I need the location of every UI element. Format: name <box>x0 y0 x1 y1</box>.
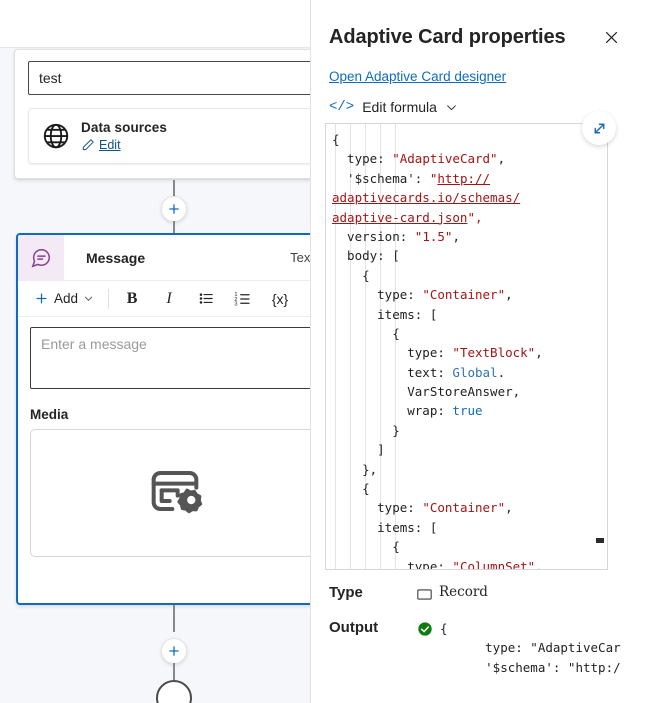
code-line: adaptive-card.json", <box>332 209 483 225</box>
open-adaptive-card-designer-link[interactable]: Open Adaptive Card designer <box>329 69 506 84</box>
node-name-value: test <box>39 70 62 86</box>
panel-header: Adaptive Card properties <box>311 0 646 52</box>
code-line: type: "AdaptiveCard", <box>332 151 506 167</box>
type-row: Type Record <box>329 584 646 605</box>
italic-button[interactable]: I <box>154 285 184 313</box>
message-input[interactable]: Enter a message <box>30 327 310 389</box>
trigger-card[interactable]: test Data sources Edit <box>14 49 310 179</box>
data-sources-edit-link[interactable]: Edit <box>99 138 121 152</box>
code-line: ] <box>332 442 385 458</box>
add-node-button-lower[interactable] <box>161 638 187 664</box>
insert-variable-button[interactable]: {x} <box>265 285 295 313</box>
code-line: items: [ <box>332 306 438 322</box>
message-kind-label: Text <box>290 250 310 265</box>
data-sources-box[interactable]: Data sources Edit <box>28 108 310 164</box>
output-label: Output <box>329 619 379 636</box>
adaptive-card-properties-panel: Adaptive Card properties Open Adaptive C… <box>310 0 646 703</box>
editor-scrollbar[interactable] <box>594 125 606 568</box>
next-node-circle[interactable] <box>156 680 192 703</box>
code-line: version: "1.5", <box>332 228 460 244</box>
page-title: Adaptive Card properties <box>329 25 566 48</box>
code-line: }, <box>332 461 378 477</box>
code-line: items: [ <box>332 519 438 535</box>
code-line: '$schema': "http:// <box>332 170 491 186</box>
type-value: Record <box>439 584 488 600</box>
add-content-label: Add <box>54 291 79 306</box>
plus-icon <box>169 204 179 214</box>
message-kind-dropdown[interactable]: Text <box>290 250 310 265</box>
plus-icon <box>169 646 179 656</box>
plus-icon <box>36 293 47 304</box>
check-circle-icon <box>417 621 433 642</box>
adaptive-card-code-editor[interactable]: { type: "AdaptiveCard", '$schema': "http… <box>325 123 608 570</box>
data-sources-title: Data sources <box>81 120 167 135</box>
code-line: type: "ColumnSet", <box>332 558 543 570</box>
code-line: } <box>332 422 400 438</box>
canvas-top-strip <box>0 0 310 48</box>
code-line: { <box>332 539 400 555</box>
type-label: Type <box>329 584 363 601</box>
add-node-button-upper[interactable] <box>161 196 187 222</box>
code-line: { <box>332 267 370 283</box>
bulleted-list-icon <box>199 293 213 304</box>
code-brackets-icon: </> <box>329 99 355 115</box>
close-icon[interactable] <box>596 22 626 52</box>
message-card-body: Enter a message Media <box>18 317 310 557</box>
record-rectangle-icon <box>417 587 432 605</box>
media-dropzone[interactable] <box>30 429 310 557</box>
property-rows: Type Record Output {type: "AdaptiveCar … <box>311 584 646 677</box>
expand-editor-button[interactable] <box>582 111 616 145</box>
formula-editor-wrapper: { type: "AdaptiveCard", '$schema': "http… <box>325 111 616 570</box>
code-line: adaptivecards.io/schemas/ <box>332 190 521 206</box>
bulleted-list-button[interactable] <box>191 285 221 313</box>
code-line: wrap: true <box>332 403 483 419</box>
message-card-header: Message Text <box>18 235 310 281</box>
chevron-down-icon <box>84 296 93 302</box>
message-input-placeholder: Enter a message <box>41 336 147 352</box>
code-line: type: "Container", <box>332 287 513 303</box>
flow-canvas: test Data sources Edit Message Tex Add B… <box>0 0 310 703</box>
edit-formula-label: Edit formula <box>362 99 437 115</box>
code-line: type: "TextBlock", <box>332 345 543 361</box>
media-label: Media <box>30 407 69 422</box>
add-content-button[interactable]: Add <box>28 287 100 310</box>
editor-scrollbar-thumb[interactable] <box>596 538 604 543</box>
message-format-toolbar: Add B I 1 2 3 {x} <box>18 281 310 317</box>
numbered-list-icon: 1 2 3 <box>234 292 250 307</box>
output-value: { type: "AdaptiveCar '$schema': "http:/ <box>440 621 621 675</box>
pencil-icon <box>81 138 95 152</box>
svg-text:3: 3 <box>234 301 237 307</box>
message-bubble-icon <box>18 235 64 281</box>
bold-button[interactable]: B <box>117 285 147 313</box>
chevron-down-icon <box>447 104 456 110</box>
numbered-list-button[interactable]: 1 2 3 <box>228 285 258 313</box>
node-name-input[interactable]: test <box>28 61 310 95</box>
code-line: { <box>332 481 370 497</box>
card-settings-icon <box>143 459 207 528</box>
expand-diagonal-icon <box>594 123 604 133</box>
message-card-title: Message <box>86 249 146 266</box>
toolbar-divider <box>108 288 110 309</box>
connector-line-lower <box>173 605 175 632</box>
code-content: { type: "AdaptiveCard", '$schema': "http… <box>326 124 607 570</box>
code-line: { <box>332 325 400 341</box>
message-node-card[interactable]: Message Text Add <box>16 233 310 605</box>
code-line: VarStoreAnswer, <box>332 384 521 400</box>
code-line: { <box>332 132 340 147</box>
code-line: type: "Container", <box>332 500 513 516</box>
connector-line-lower-b <box>173 663 175 680</box>
globe-icon <box>41 121 71 151</box>
code-line: text: Global. <box>332 364 506 380</box>
code-line: body: [ <box>332 248 400 264</box>
output-row: Output { type: "AdaptiveCar '$schema': "… <box>329 619 646 677</box>
